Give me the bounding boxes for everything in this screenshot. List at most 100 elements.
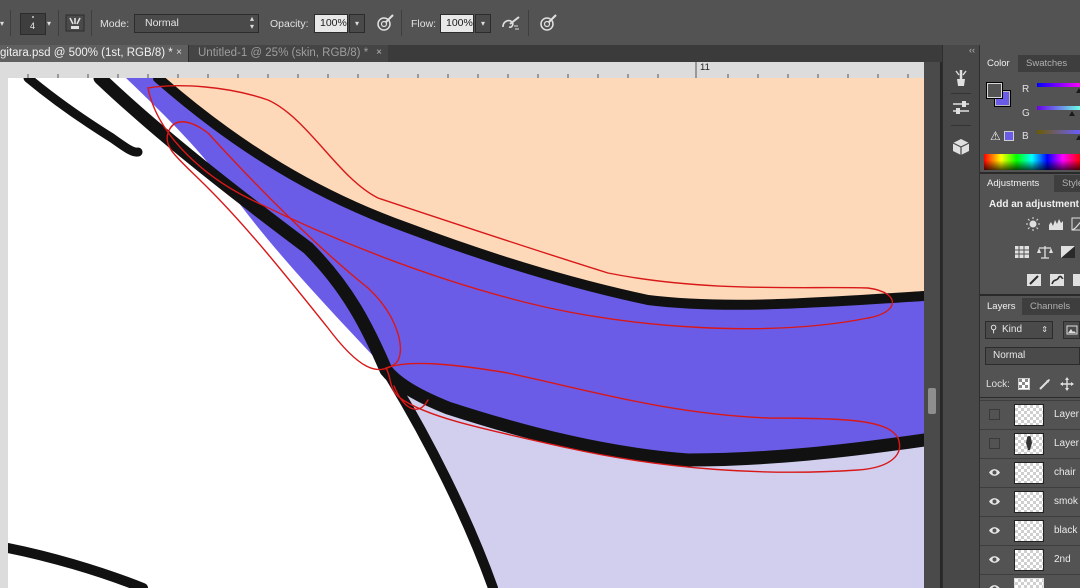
brush-size-picker[interactable]: 4	[20, 13, 46, 35]
ruler-tick-label: 11	[700, 62, 710, 73]
slider-label-r: R	[1022, 84, 1030, 95]
kind-filter-value: Kind	[1002, 324, 1023, 335]
tab-color[interactable]: Color	[980, 55, 1018, 72]
options-bar: ▾ 4 ▾ Mode: Normal ▴ ▾ Opacity: 100% ▾ Fl…	[0, 0, 1080, 46]
tool-preset-dropdown[interactable]: ▾	[0, 14, 8, 33]
panel-separator	[980, 397, 1080, 398]
eye-icon[interactable]	[989, 554, 1000, 565]
layer-row[interactable]: Layer	[980, 400, 1080, 429]
invert-icon[interactable]	[1026, 273, 1042, 287]
doc-tab-untitled[interactable]: Untitled-1 @ 25% (skin, RGB/8) * ×	[188, 45, 388, 62]
curves-icon[interactable]	[1071, 217, 1080, 231]
layer-thumbnail	[1014, 520, 1044, 542]
tab-layers[interactable]: Layers	[980, 298, 1022, 315]
pixel-layer-filter-button[interactable]	[1063, 321, 1080, 339]
levels-icon[interactable]	[1048, 217, 1064, 231]
layer-row-partial[interactable]	[980, 574, 1080, 588]
tab-adjustments[interactable]: Adjustments	[980, 175, 1054, 192]
layer-row[interactable]: Layer	[980, 429, 1080, 458]
eye-icon[interactable]	[989, 467, 1000, 478]
layer-row[interactable]: black	[980, 516, 1080, 545]
ruler-ticks	[27, 62, 909, 78]
layer-row[interactable]: smok	[980, 487, 1080, 516]
layer-row[interactable]: chair	[980, 458, 1080, 487]
visibility-empty-box[interactable]	[989, 409, 1000, 420]
brightness-contrast-icon[interactable]	[1025, 217, 1041, 231]
brush-settings-icon[interactable]	[950, 97, 972, 119]
slider-g-pointer[interactable]	[1069, 111, 1075, 116]
image-icon	[1066, 325, 1078, 335]
gamut-swatch[interactable]	[1004, 131, 1014, 141]
pressure-size-icon[interactable]	[537, 12, 559, 34]
tab-styles[interactable]: Styles	[1055, 175, 1080, 192]
flow-slider-button[interactable]: ▾	[475, 14, 491, 33]
color-balance-icon[interactable]	[1037, 245, 1053, 259]
mode-value: Normal	[145, 17, 179, 29]
document-tab-bar: gitara.psd @ 500% (1st, RGB/8) * × Untit…	[0, 45, 945, 62]
doc-tab-label: Untitled-1 @ 25% (skin, RGB/8) *	[198, 47, 369, 59]
layer-name: Layer	[1054, 438, 1080, 449]
slider-b[interactable]	[1037, 130, 1080, 134]
artwork	[8, 78, 924, 588]
layer-blend-mode-dropdown[interactable]: Normal	[985, 347, 1080, 365]
figure-thumbnail-icon	[1026, 436, 1032, 450]
layer-row[interactable]: 2nd	[980, 545, 1080, 574]
brush-preset-icon[interactable]	[950, 67, 972, 89]
lock-transparent-pixels-icon[interactable]	[1018, 378, 1030, 390]
brush-panel-toggle-icon[interactable]	[64, 12, 86, 34]
layer-thumbnail	[1014, 491, 1044, 513]
airbrush-icon[interactable]	[500, 12, 522, 34]
doc-tab-label: gitara.psd @ 500% (1st, RGB/8) *	[0, 47, 173, 59]
gradient-map-icon[interactable]	[1072, 273, 1080, 287]
blend-mode-value: Normal	[993, 350, 1026, 361]
eye-icon[interactable]	[989, 525, 1000, 536]
layer-kind-filter[interactable]: ⚲ Kind ⇕	[985, 321, 1053, 339]
document-canvas[interactable]	[8, 78, 924, 588]
slider-g[interactable]	[1037, 106, 1080, 110]
canvas-vertical-scrollbar[interactable]	[924, 62, 940, 588]
collapse-panels-icon[interactable]: ‹‹	[969, 45, 975, 55]
close-icon[interactable]: ×	[376, 45, 382, 61]
slider-b-pointer[interactable]	[1076, 135, 1080, 140]
tab-swatches[interactable]: Swatches	[1019, 55, 1080, 72]
scrollbar-thumb[interactable]	[928, 388, 936, 414]
color-spectrum-ramp[interactable]	[984, 154, 1080, 170]
search-icon: ⚲	[990, 324, 998, 335]
layer-thumbnail	[1014, 462, 1044, 484]
eye-icon[interactable]	[989, 496, 1000, 507]
strip-separator	[951, 93, 971, 94]
opacity-slider-button[interactable]: ▾	[349, 14, 365, 33]
slider-r-pointer[interactable]	[1076, 88, 1080, 93]
lock-image-pixels-icon[interactable]	[1038, 378, 1051, 391]
slider-label-b: B	[1022, 131, 1029, 142]
slider-r[interactable]	[1037, 83, 1080, 87]
posterize-icon[interactable]	[1049, 273, 1065, 287]
dropdown-arrows-icon: ⇕	[1041, 325, 1048, 334]
pressure-opacity-icon[interactable]	[374, 12, 396, 34]
panel-icon-strip: ‹‹	[942, 45, 980, 588]
horizontal-ruler: 11	[0, 62, 924, 79]
tab-channels[interactable]: Channels	[1023, 298, 1080, 315]
lock-position-icon[interactable]	[1060, 377, 1074, 391]
right-panel-dock: Color Swatches R G ⚠ B Adjustments Style…	[980, 45, 1080, 588]
slider-label-g: G	[1022, 108, 1030, 119]
layer-name: black	[1054, 525, 1078, 536]
mode-label: Mode:	[100, 18, 130, 30]
brush-tip-dot	[32, 16, 34, 18]
foreground-swatch[interactable]	[986, 82, 1003, 99]
black-white-icon[interactable]	[1060, 245, 1076, 259]
doc-tab-gitara[interactable]: gitara.psd @ 500% (1st, RGB/8) * ×	[0, 45, 188, 62]
brush-picker-arrow[interactable]: ▾	[47, 14, 51, 33]
opacity-input[interactable]: 100%	[314, 14, 348, 33]
layer-thumbnail	[1014, 549, 1044, 571]
gamut-warning-icon[interactable]: ⚠	[990, 129, 1001, 143]
visibility-empty-box[interactable]	[989, 438, 1000, 449]
flow-input[interactable]: 100%	[440, 14, 474, 33]
eye-icon[interactable]	[989, 583, 1000, 588]
close-icon[interactable]: ×	[176, 45, 182, 61]
layer-thumbnail	[1014, 578, 1044, 588]
3d-cube-icon[interactable]	[950, 136, 972, 158]
adjustments-panel-tabs: Adjustments Styles	[980, 175, 1080, 192]
mode-dropdown[interactable]: Normal ▴ ▾	[134, 14, 259, 33]
hue-saturation-icon[interactable]	[1014, 245, 1030, 259]
